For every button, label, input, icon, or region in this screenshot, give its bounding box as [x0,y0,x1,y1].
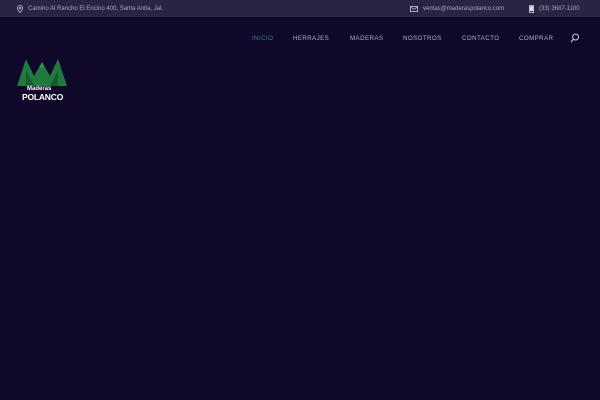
location-pin-icon [17,4,23,13]
envelope-icon [410,5,418,12]
tree-mountains-icon [17,59,67,86]
nav-item-maderas[interactable]: MADERAS [350,31,383,45]
search-icon[interactable] [569,32,581,44]
phone-info[interactable]: (33) 3687-1100 [529,0,580,17]
brand-logo[interactable]: Maderas POLANCO [17,59,67,104]
nav-item-contacto[interactable]: CONTACTO [462,31,499,45]
nav-item-nosotros[interactable]: NOSOTROS [403,31,442,45]
email-link[interactable]: ventas@maderaspolanco.com [423,6,504,12]
address-info: Camino Al Rancho El Encino 400, Santa An… [17,0,163,17]
address-text: Camino Al Rancho El Encino 400, Santa An… [28,5,164,12]
logo-text-polanco: POLANCO [22,92,64,102]
phone-number[interactable]: (33) 3687-1100 [539,6,580,12]
nav-item-comprar[interactable]: COMPRAR [519,31,553,45]
mobile-phone-icon [529,4,534,13]
top-info-bar: Camino Al Rancho El Encino 400, Santa An… [0,0,600,17]
email-info[interactable]: ventas@maderaspolanco.com [410,0,504,17]
nav-item-inicio[interactable]: INICIO [252,31,273,45]
nav-item-herrajes[interactable]: HERRAJES [293,31,329,45]
main-navigation: INICIO HERRAJES MADERAS NOSOTROS CONTACT… [0,31,600,45]
page: Camino Al Rancho El Encino 400, Santa An… [0,0,600,400]
